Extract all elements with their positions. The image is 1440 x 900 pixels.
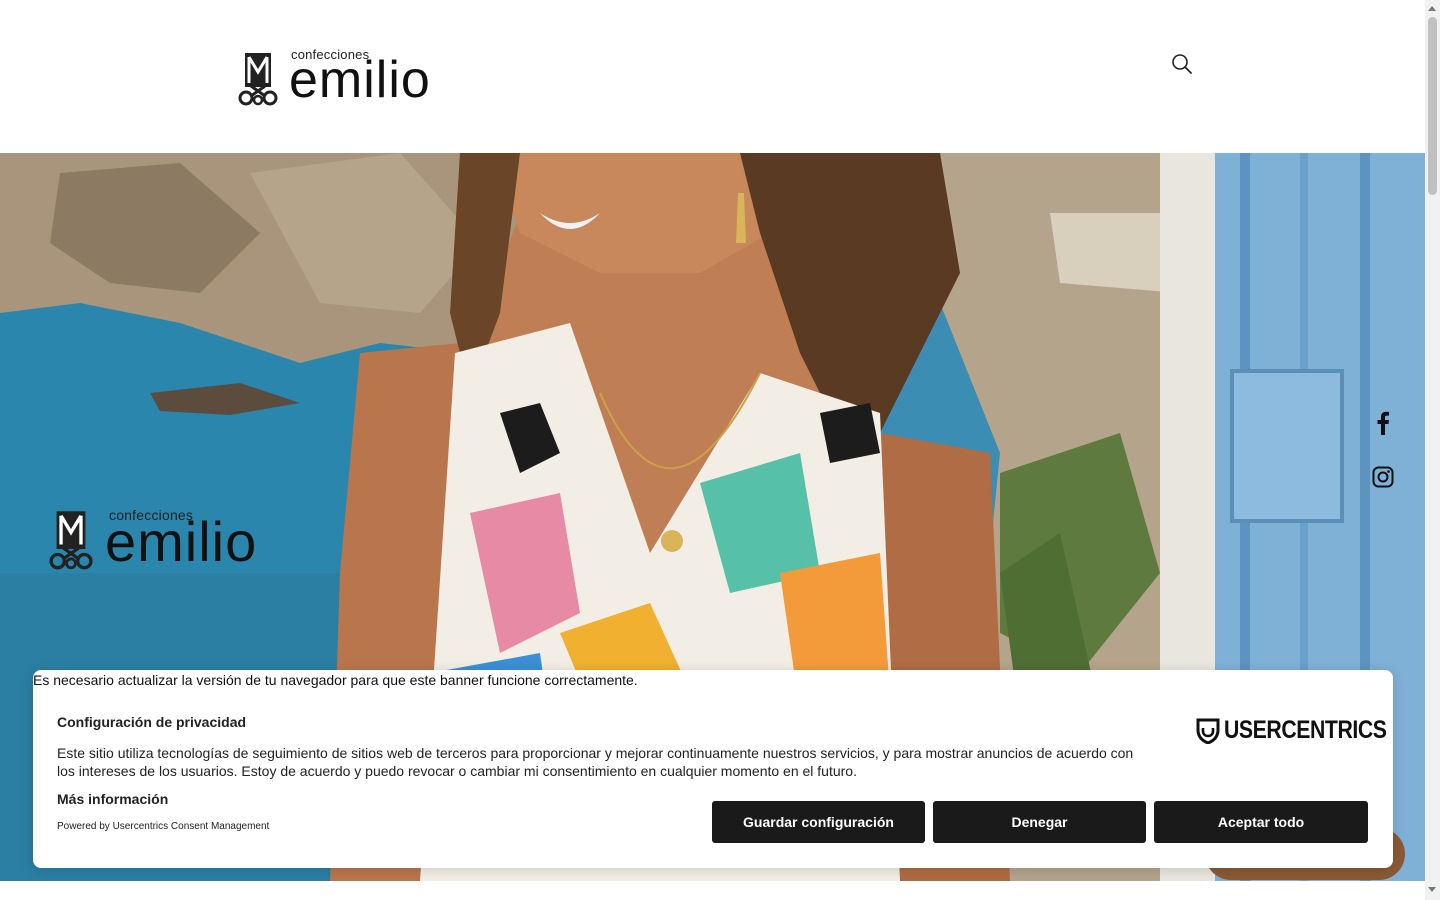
instagram-link[interactable] [1370,464,1396,490]
consent-description: Este sitio utiliza tecnologías de seguim… [57,745,1134,779]
more-info-link[interactable]: Más información [57,791,168,807]
page-bottom-strip [0,881,1425,900]
search-button[interactable] [1170,52,1194,76]
facebook-icon [1377,411,1389,435]
usercentrics-logo: USERCENTRICS [1196,716,1415,745]
logo-small-text: confecciones [291,47,370,62]
scroll-up-arrow-icon[interactable] [1428,6,1436,11]
site-logo[interactable]: confecciones emilio [237,47,431,106]
powered-by-text: Powered by Usercentrics Consent Manageme… [57,821,270,832]
scissors-logo-icon [49,511,93,570]
page-scrollbar[interactable] [1425,0,1440,900]
scroll-down-arrow-icon[interactable] [1428,887,1436,892]
instagram-icon [1372,466,1394,488]
scissors-logo-icon [238,53,278,106]
cookie-consent-banner: Es necesario actualizar la versión de tu… [33,670,1393,868]
logo-wordmark: confecciones emilio [289,47,431,106]
hero-logo-small-text: confecciones [109,507,194,523]
consent-title: Configuración de privacidad [57,714,247,730]
hero-logo-wordmark: confecciones emilio [105,507,257,570]
save-settings-button[interactable]: Guardar configuración [712,801,925,843]
search-icon [1172,54,1192,74]
site-header: confecciones emilio [0,0,1425,153]
usercentrics-shield-icon [1196,718,1220,744]
usercentrics-wordmark: USERCENTRICS [1224,716,1387,744]
hero-logo: confecciones emilio [47,508,257,570]
accept-all-button[interactable]: Aceptar todo [1154,801,1368,843]
deny-button[interactable]: Denegar [933,801,1146,843]
scrollbar-thumb[interactable] [1428,17,1437,195]
browser-update-warning: Es necesario actualizar la versión de tu… [33,672,638,688]
facebook-link[interactable] [1370,410,1396,436]
